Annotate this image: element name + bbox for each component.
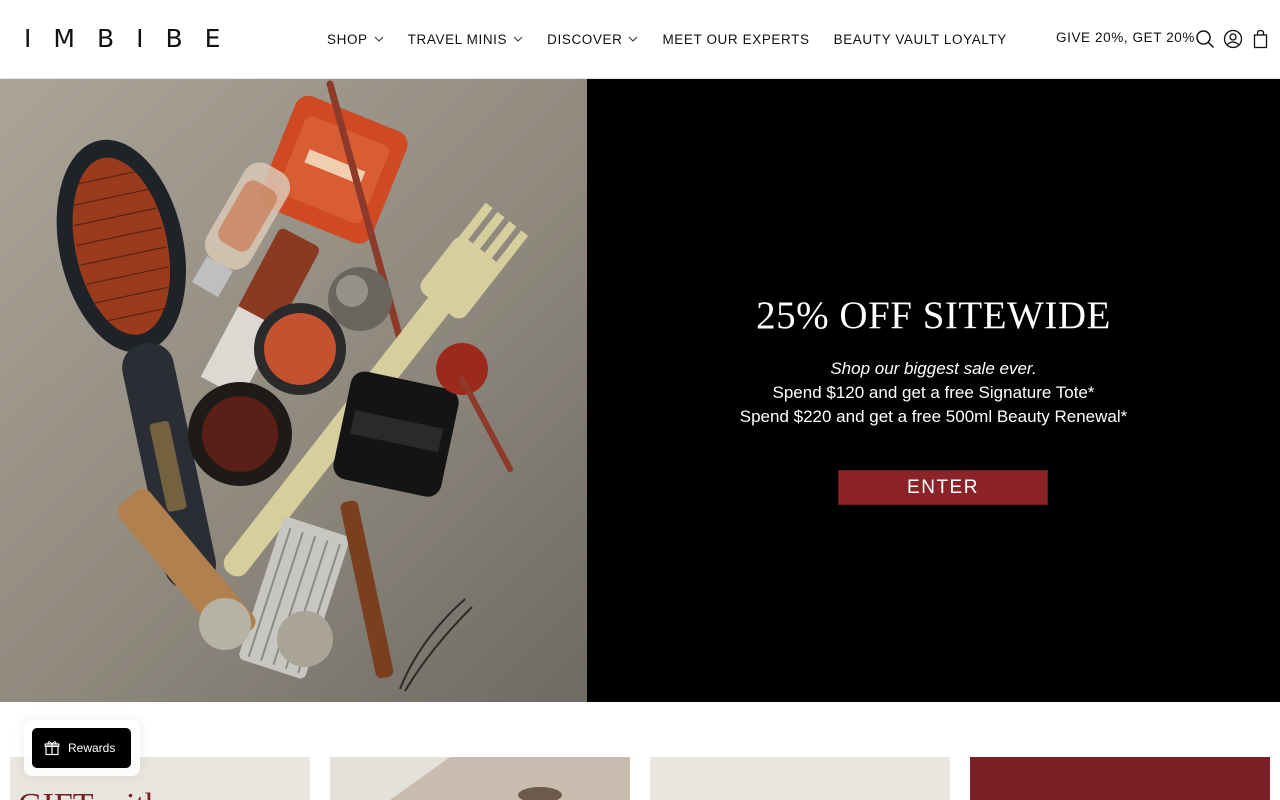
promo-panel: 25% OFF SITEWIDE Shop our biggest sale e… [587, 79, 1280, 702]
nav-item-label: BEAUTY VAULT LOYALTY [833, 31, 1007, 47]
promo-offer-line: Spend $220 and get a free 500ml Beauty R… [739, 407, 1128, 426]
main-nav: SHOP TRAVEL MINIS DISCOVER MEET OUR EXPE… [327, 30, 1031, 48]
rewards-label: Rewards [68, 741, 116, 755]
chevron-down-icon [628, 34, 638, 44]
hero-banner: 25% OFF SITEWIDE Shop our biggest sale e… [0, 79, 1280, 702]
chevron-down-icon [513, 34, 523, 44]
gift-icon [44, 741, 60, 756]
rewards-button[interactable]: Rewards [32, 728, 131, 768]
nav-item-travel-minis[interactable]: TRAVEL MINIS [408, 30, 523, 48]
product-card[interactable] [970, 757, 1270, 800]
give-get-link[interactable]: GIVE 20%, GET 20% [1056, 30, 1195, 48]
cart-icon[interactable] [1252, 29, 1272, 49]
product-card[interactable] [330, 757, 630, 800]
nav-item-shop[interactable]: SHOP [327, 30, 384, 48]
nav-item-beauty-vault-loyalty[interactable]: BEAUTY VAULT LOYALTY [834, 30, 1007, 48]
hero-product-image[interactable] [0, 79, 587, 702]
product-card[interactable] [650, 757, 950, 800]
promo-offer-line: Spend $120 and get a free Signature Tote… [772, 383, 1095, 402]
promo-title: 25% OFF SITEWIDE [756, 294, 1111, 337]
nav-item-label: MEET OUR EXPERTS [662, 31, 810, 47]
chevron-down-icon [374, 34, 384, 44]
site-header: IMBIBE SHOP TRAVEL MINIS DISCOVER MEET O… [0, 0, 1280, 79]
account-icon[interactable] [1223, 29, 1243, 49]
nav-item-meet-our-experts[interactable]: MEET OUR EXPERTS [662, 30, 809, 48]
nav-item-label: TRAVEL MINIS [407, 31, 508, 47]
nav-item-label: SHOP [327, 31, 368, 47]
card-heading: GIFT with [18, 787, 162, 800]
search-icon[interactable] [1195, 29, 1215, 49]
card-image [330, 757, 630, 800]
nav-item-discover[interactable]: DISCOVER [547, 30, 638, 48]
promo-subtitle: Shop our biggest sale ever. [830, 359, 1037, 378]
nav-item-label: DISCOVER [547, 31, 623, 47]
enter-button[interactable]: ENTER [838, 470, 1048, 505]
brand-logo[interactable]: IMBIBE [24, 26, 242, 52]
